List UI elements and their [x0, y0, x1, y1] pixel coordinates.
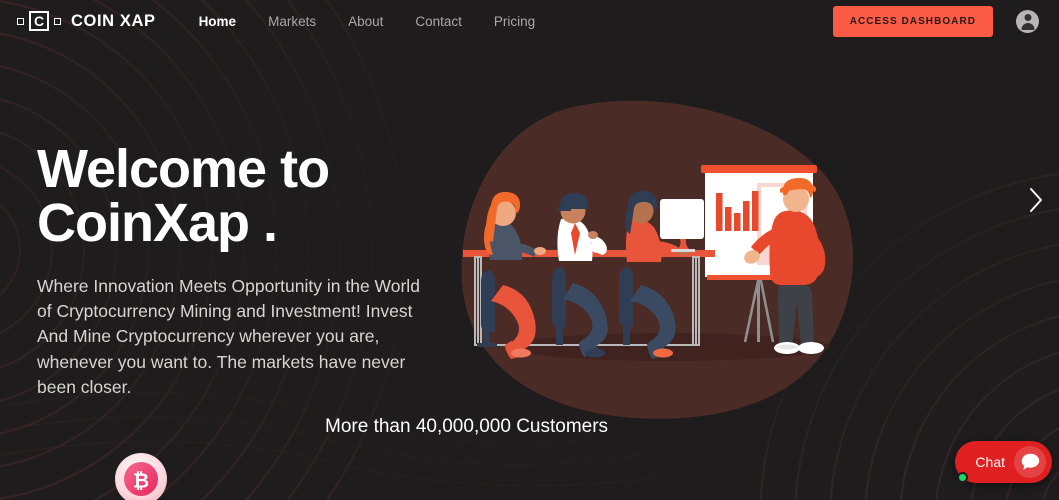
- site-header: C COIN XAP Home Markets About Contact Pr…: [0, 0, 1059, 42]
- hero-illustration: [455, 95, 875, 425]
- square-icon-left: [17, 17, 24, 25]
- nav-item-contact[interactable]: Contact: [415, 14, 462, 29]
- chat-widget[interactable]: Chat: [955, 441, 1052, 483]
- hero-content: Welcome to CoinXap . Where Innovation Me…: [37, 142, 457, 400]
- chat-bubble-icon[interactable]: [1014, 446, 1046, 478]
- hero-subtitle: Where Innovation Meets Opportunity in th…: [37, 276, 420, 397]
- nav-item-pricing[interactable]: Pricing: [494, 14, 535, 29]
- user-avatar-icon[interactable]: [1016, 9, 1039, 33]
- presentation-illustration-svg: [461, 100, 854, 419]
- bitcoin-coin-svg: ₿: [115, 453, 167, 500]
- hero-title: Welcome to CoinXap .: [37, 139, 330, 253]
- chat-bubble-svg: [1021, 453, 1039, 470]
- square-icon-right: [54, 17, 61, 25]
- nav-item-markets[interactable]: Markets: [268, 14, 316, 29]
- chevron-right-svg: [1030, 188, 1042, 212]
- logo-mark-icon: C: [29, 11, 49, 31]
- logo[interactable]: C COIN XAP: [17, 11, 156, 31]
- nav-item-home[interactable]: Home: [199, 14, 237, 29]
- header-actions: ACCESS DASHBOARD: [832, 5, 1039, 37]
- access-dashboard-button[interactable]: ACCESS DASHBOARD: [832, 5, 993, 37]
- nav-item-about[interactable]: About: [348, 14, 383, 29]
- chevron-right-icon[interactable]: [1023, 182, 1049, 218]
- bitcoin-coin-icon: ₿: [114, 452, 168, 500]
- bitcoin-symbol: ₿: [133, 471, 149, 493]
- chat-label: Chat: [975, 454, 1005, 470]
- brand-name: COIN XAP: [71, 11, 156, 30]
- main-navigation: Home Markets About Contact Pricing: [199, 14, 568, 29]
- customers-count-text: More than 40,000,000 Customers: [325, 416, 609, 437]
